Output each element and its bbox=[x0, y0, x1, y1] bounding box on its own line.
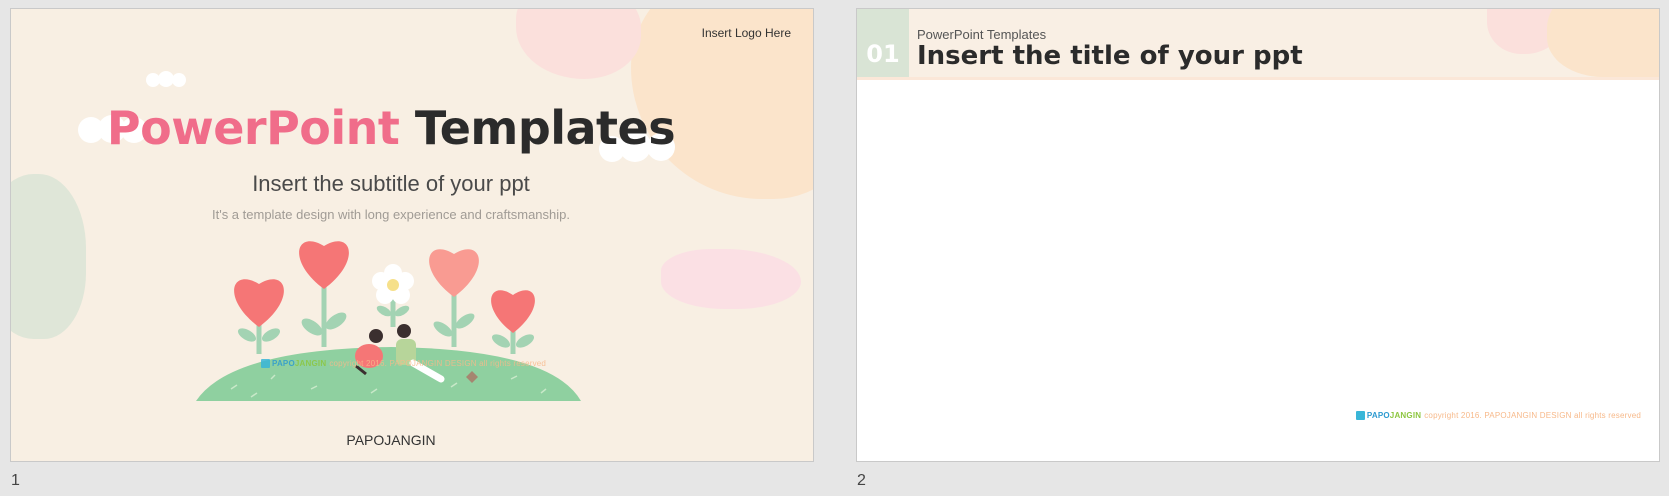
slide-author: PAPOJANGIN bbox=[346, 432, 436, 448]
brand-name-part1: PAPO bbox=[1366, 411, 1390, 420]
slide-number-2: 2 bbox=[857, 472, 866, 489]
header-divider bbox=[857, 77, 1659, 80]
brand-name-part2: JANGIN bbox=[294, 359, 327, 368]
slide-1-thumbnail[interactable]: Insert Logo Here PowerPoint Templates In… bbox=[10, 8, 814, 462]
slide-title: PowerPoint Templates bbox=[11, 101, 771, 155]
pink-blob bbox=[516, 9, 641, 79]
slide-subtitle: Insert the subtitle of your ppt bbox=[252, 171, 530, 196]
brand-name-part2: JANGIN bbox=[1389, 411, 1422, 420]
brand-copyright: copyright 2016. PAPOJANGIN DESIGN all ri… bbox=[329, 359, 547, 368]
section-number: 01 bbox=[857, 9, 909, 77]
brand-logo-icon bbox=[1355, 411, 1365, 421]
hearts-garden-illustration bbox=[196, 241, 581, 401]
brand-watermark: PAPOJANGIN copyright 2016. PAPOJANGIN DES… bbox=[1355, 411, 1641, 421]
slide-title: Insert the title of your ppt bbox=[917, 41, 1303, 71]
brand-watermark: PAPOJANGIN copyright 2016. PAPOJANGIN DES… bbox=[261, 359, 547, 369]
title-main: Templates bbox=[414, 101, 676, 155]
slide-number-1: 1 bbox=[11, 472, 20, 489]
logo-placeholder: Insert Logo Here bbox=[701, 26, 791, 40]
slide-2-thumbnail[interactable]: 01 PowerPoint Templates Insert the title… bbox=[856, 8, 1660, 462]
brand-copyright: copyright 2016. PAPOJANGIN DESIGN all ri… bbox=[1424, 411, 1641, 420]
title-highlight: PowerPoint bbox=[106, 101, 400, 155]
slide-description: It's a template design with long experie… bbox=[211, 207, 570, 222]
green-blob bbox=[11, 174, 86, 339]
brand-name-part1: PAPO bbox=[272, 359, 295, 368]
header-supertitle: PowerPoint Templates bbox=[917, 27, 1047, 42]
pink-blob-right bbox=[661, 249, 801, 309]
brand-logo-icon bbox=[261, 359, 270, 369]
